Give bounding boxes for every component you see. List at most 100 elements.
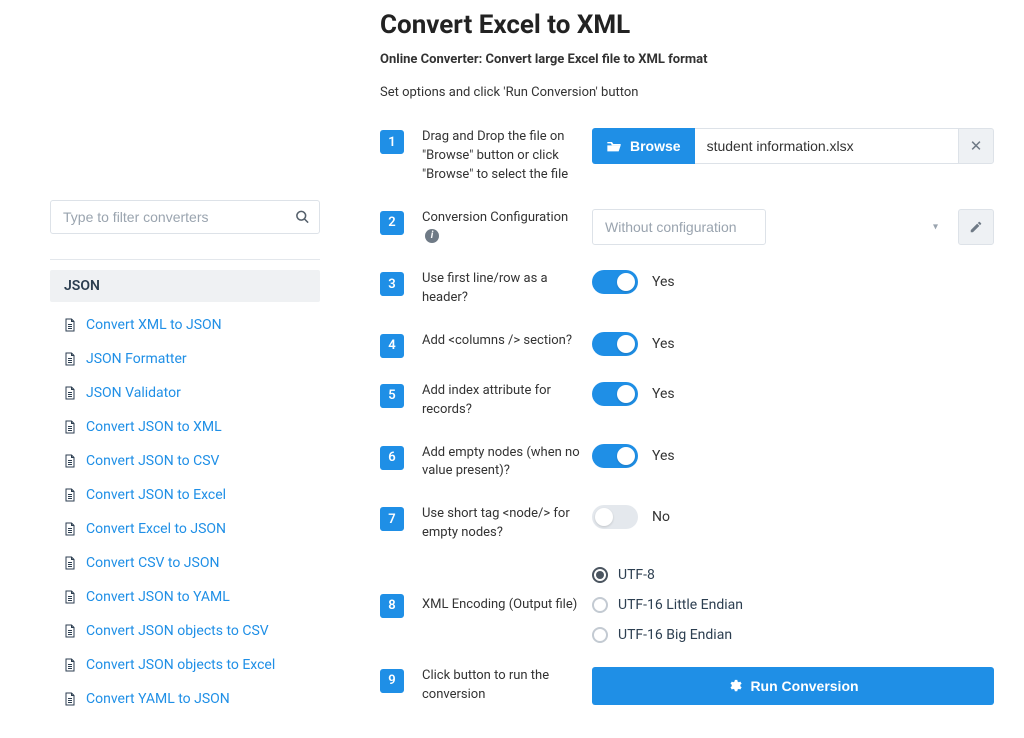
file-name-input[interactable] xyxy=(695,128,958,164)
toggle-header-row[interactable] xyxy=(592,270,638,294)
toggle-columns-section[interactable] xyxy=(592,332,638,356)
step-label: Add empty nodes (when no value present)? xyxy=(422,444,592,482)
sidebar-item[interactable]: Convert JSON to XML xyxy=(50,410,320,444)
radio-utf16le[interactable]: UTF-16 Little Endian xyxy=(592,597,994,613)
sidebar-item[interactable]: Convert CSV to JSON xyxy=(50,546,320,580)
edit-config-button[interactable] xyxy=(958,209,994,245)
main-content: Convert Excel to XML Online Converter: C… xyxy=(350,0,1024,738)
document-icon xyxy=(64,590,76,604)
toggle-text: Yes xyxy=(652,336,675,352)
sidebar-item-label: Convert JSON to Excel xyxy=(86,487,226,503)
radio-icon xyxy=(592,597,608,613)
document-icon xyxy=(64,522,76,536)
clear-file-button[interactable]: ✕ xyxy=(958,128,994,164)
step-encoding: 8 XML Encoding (Output file) UTF-8 UTF-1… xyxy=(380,567,994,643)
step-number: 3 xyxy=(380,272,404,296)
sidebar-item[interactable]: Convert JSON to CSV xyxy=(50,444,320,478)
pencil-icon xyxy=(969,220,983,234)
sidebar-item-label: Convert CSV to JSON xyxy=(86,555,219,571)
step-label: Conversion Configuration i xyxy=(422,209,592,247)
step-short-tag: 7 Use short tag <node/> for empty nodes?… xyxy=(380,505,994,543)
toggle-text: Yes xyxy=(652,386,675,402)
step-number: 1 xyxy=(380,130,404,154)
sidebar: JSON Convert XML to JSON JSON Formatter … xyxy=(0,0,350,738)
sidebar-item-label: Convert JSON to XML xyxy=(86,419,222,435)
step-label-text: Conversion Configuration xyxy=(422,210,568,225)
toggle-short-tag[interactable] xyxy=(592,505,638,529)
radio-label: UTF-8 xyxy=(618,567,655,583)
sidebar-item[interactable]: Convert YAML to JSON xyxy=(50,682,320,716)
document-icon xyxy=(64,352,76,366)
step-number: 7 xyxy=(380,507,404,531)
browse-button[interactable]: Browse xyxy=(592,128,695,164)
info-icon[interactable]: i xyxy=(425,229,439,243)
step-columns-section: 4 Add <columns /> section? Yes xyxy=(380,332,994,358)
document-icon xyxy=(64,692,76,706)
sidebar-item[interactable]: Convert JSON objects to Excel xyxy=(50,648,320,682)
document-icon xyxy=(64,420,76,434)
step-number: 9 xyxy=(380,669,404,693)
run-label: Run Conversion xyxy=(750,678,858,694)
step-file: 1 Drag and Drop the file on "Browse" but… xyxy=(380,128,994,185)
sidebar-nav: Convert XML to JSON JSON Formatter JSON … xyxy=(50,308,320,716)
sidebar-item-label: Convert JSON objects to Excel xyxy=(86,657,275,673)
step-index-attr: 5 Add index attribute for records? Yes xyxy=(380,382,994,420)
sidebar-item-label: Convert Excel to JSON xyxy=(86,521,226,537)
sidebar-item[interactable]: Convert JSON to YAML xyxy=(50,580,320,614)
document-icon xyxy=(64,318,76,332)
step-number: 8 xyxy=(380,594,404,618)
document-icon xyxy=(64,556,76,570)
step-number: 4 xyxy=(380,334,404,358)
sidebar-category: JSON xyxy=(50,270,320,302)
toggle-index-attr[interactable] xyxy=(592,382,638,406)
page-instruction: Set options and click 'Run Conversion' b… xyxy=(380,85,994,100)
step-number: 5 xyxy=(380,384,404,408)
document-icon xyxy=(64,488,76,502)
step-run: 9 Click button to run the conversion Run… xyxy=(380,667,994,705)
step-label: Drag and Drop the file on "Browse" butto… xyxy=(422,128,592,185)
page-subtitle: Online Converter: Convert large Excel fi… xyxy=(380,52,994,67)
sidebar-item[interactable]: JSON Formatter xyxy=(50,342,320,376)
sidebar-item-label: Convert JSON to YAML xyxy=(86,589,230,605)
step-number: 2 xyxy=(380,211,404,235)
sidebar-item[interactable]: Convert Excel to JSON xyxy=(50,512,320,546)
radio-utf16be[interactable]: UTF-16 Big Endian xyxy=(592,627,994,643)
radio-utf8[interactable]: UTF-8 xyxy=(592,567,994,583)
config-select[interactable]: Without configuration xyxy=(592,209,766,245)
step-empty-nodes: 6 Add empty nodes (when no value present… xyxy=(380,444,994,482)
step-header-row: 3 Use first line/row as a header? Yes xyxy=(380,270,994,308)
radio-label: UTF-16 Big Endian xyxy=(618,627,732,643)
folder-open-icon xyxy=(606,139,622,153)
document-icon xyxy=(64,386,76,400)
toggle-text: Yes xyxy=(652,448,675,464)
sidebar-item[interactable]: Convert JSON objects to CSV xyxy=(50,614,320,648)
sidebar-item-label: Convert JSON objects to CSV xyxy=(86,623,269,639)
step-label: XML Encoding (Output file) xyxy=(422,596,592,615)
step-label: Add index attribute for records? xyxy=(422,382,592,420)
toggle-text: No xyxy=(652,509,670,525)
page-title: Convert Excel to XML xyxy=(380,10,994,40)
gear-icon xyxy=(727,678,742,693)
chevron-down-icon: ▾ xyxy=(933,221,938,232)
step-label: Use short tag <node/> for empty nodes? xyxy=(422,505,592,543)
filter-converters-input[interactable] xyxy=(50,200,320,234)
radio-icon xyxy=(592,627,608,643)
browse-label: Browse xyxy=(630,138,681,154)
radio-icon xyxy=(592,567,608,583)
step-number: 6 xyxy=(380,446,404,470)
document-icon xyxy=(64,658,76,672)
sidebar-item[interactable]: Convert XML to JSON xyxy=(50,308,320,342)
step-label: Use first line/row as a header? xyxy=(422,270,592,308)
sidebar-item[interactable]: Convert JSON to Excel xyxy=(50,478,320,512)
document-icon xyxy=(64,454,76,468)
toggle-empty-nodes[interactable] xyxy=(592,444,638,468)
sidebar-item-label: JSON Validator xyxy=(86,385,181,401)
radio-label: UTF-16 Little Endian xyxy=(618,597,743,613)
sidebar-item[interactable]: JSON Validator xyxy=(50,376,320,410)
toggle-text: Yes xyxy=(652,274,675,290)
step-label: Add <columns /> section? xyxy=(422,332,592,351)
step-config: 2 Conversion Configuration i Without con… xyxy=(380,209,994,247)
run-conversion-button[interactable]: Run Conversion xyxy=(592,667,994,705)
sidebar-item-label: Convert YAML to JSON xyxy=(86,691,230,707)
document-icon xyxy=(64,624,76,638)
